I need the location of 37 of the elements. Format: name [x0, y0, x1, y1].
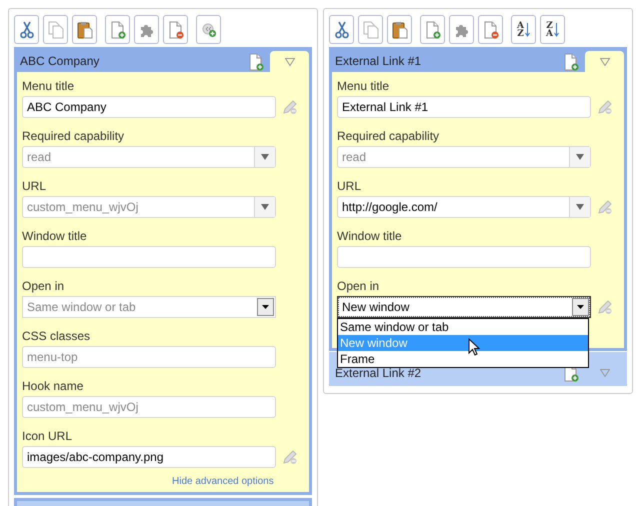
combo-field[interactable]: custom_menu_wjvOj [22, 196, 276, 218]
field-label: Open in [337, 278, 380, 294]
combo-field[interactable]: read [337, 146, 591, 168]
text-field[interactable]: External Link #1 [337, 96, 591, 118]
field-label: Icon URL [22, 428, 74, 444]
field-label: CSS classes [22, 328, 92, 344]
combo-field[interactable]: read [22, 146, 276, 168]
item-title: ABC Company [19, 53, 100, 70]
hide-options-link[interactable]: Hide advanced options [172, 474, 274, 489]
sort-letter: Z [546, 22, 553, 30]
item-header[interactable]: External Link #1 [332, 50, 624, 72]
field-label: Hook name [22, 378, 84, 394]
sort-letter: A [546, 30, 553, 38]
text-field[interactable]: images/abc-company.png [22, 446, 276, 468]
item-title: External Link #1 [334, 53, 422, 70]
field-label: Window title [337, 228, 403, 244]
text-field[interactable]: custom_menu_wjvOj [22, 396, 276, 418]
sort-button[interactable]: A Z [511, 15, 536, 44]
text-field[interactable]: ABC Company [22, 96, 276, 118]
item-header[interactable]: ABC Company [17, 50, 309, 72]
field-label: Menu title [337, 78, 390, 94]
combo-field[interactable]: http://google.com/ [337, 196, 591, 218]
sort-button[interactable]: Z A [540, 15, 565, 44]
field-label: Required capability [22, 128, 126, 144]
sort-letter: A [517, 22, 524, 30]
field-label: URL [337, 178, 362, 194]
select-field[interactable]: Same window or tab [22, 296, 276, 318]
sort-letter: Z [517, 30, 524, 38]
field-label: Required capability [337, 128, 440, 144]
field-label: URL [22, 178, 48, 194]
field-label: Window title [22, 228, 88, 244]
select-field[interactable]: New window [337, 296, 591, 318]
item-title: External Link #2 [334, 365, 422, 382]
dropdown-option[interactable]: Same window or tab [338, 319, 588, 335]
field-label: Menu title [22, 78, 76, 94]
field-label: Open in [22, 278, 66, 294]
text-field[interactable]: menu-top [22, 346, 276, 368]
